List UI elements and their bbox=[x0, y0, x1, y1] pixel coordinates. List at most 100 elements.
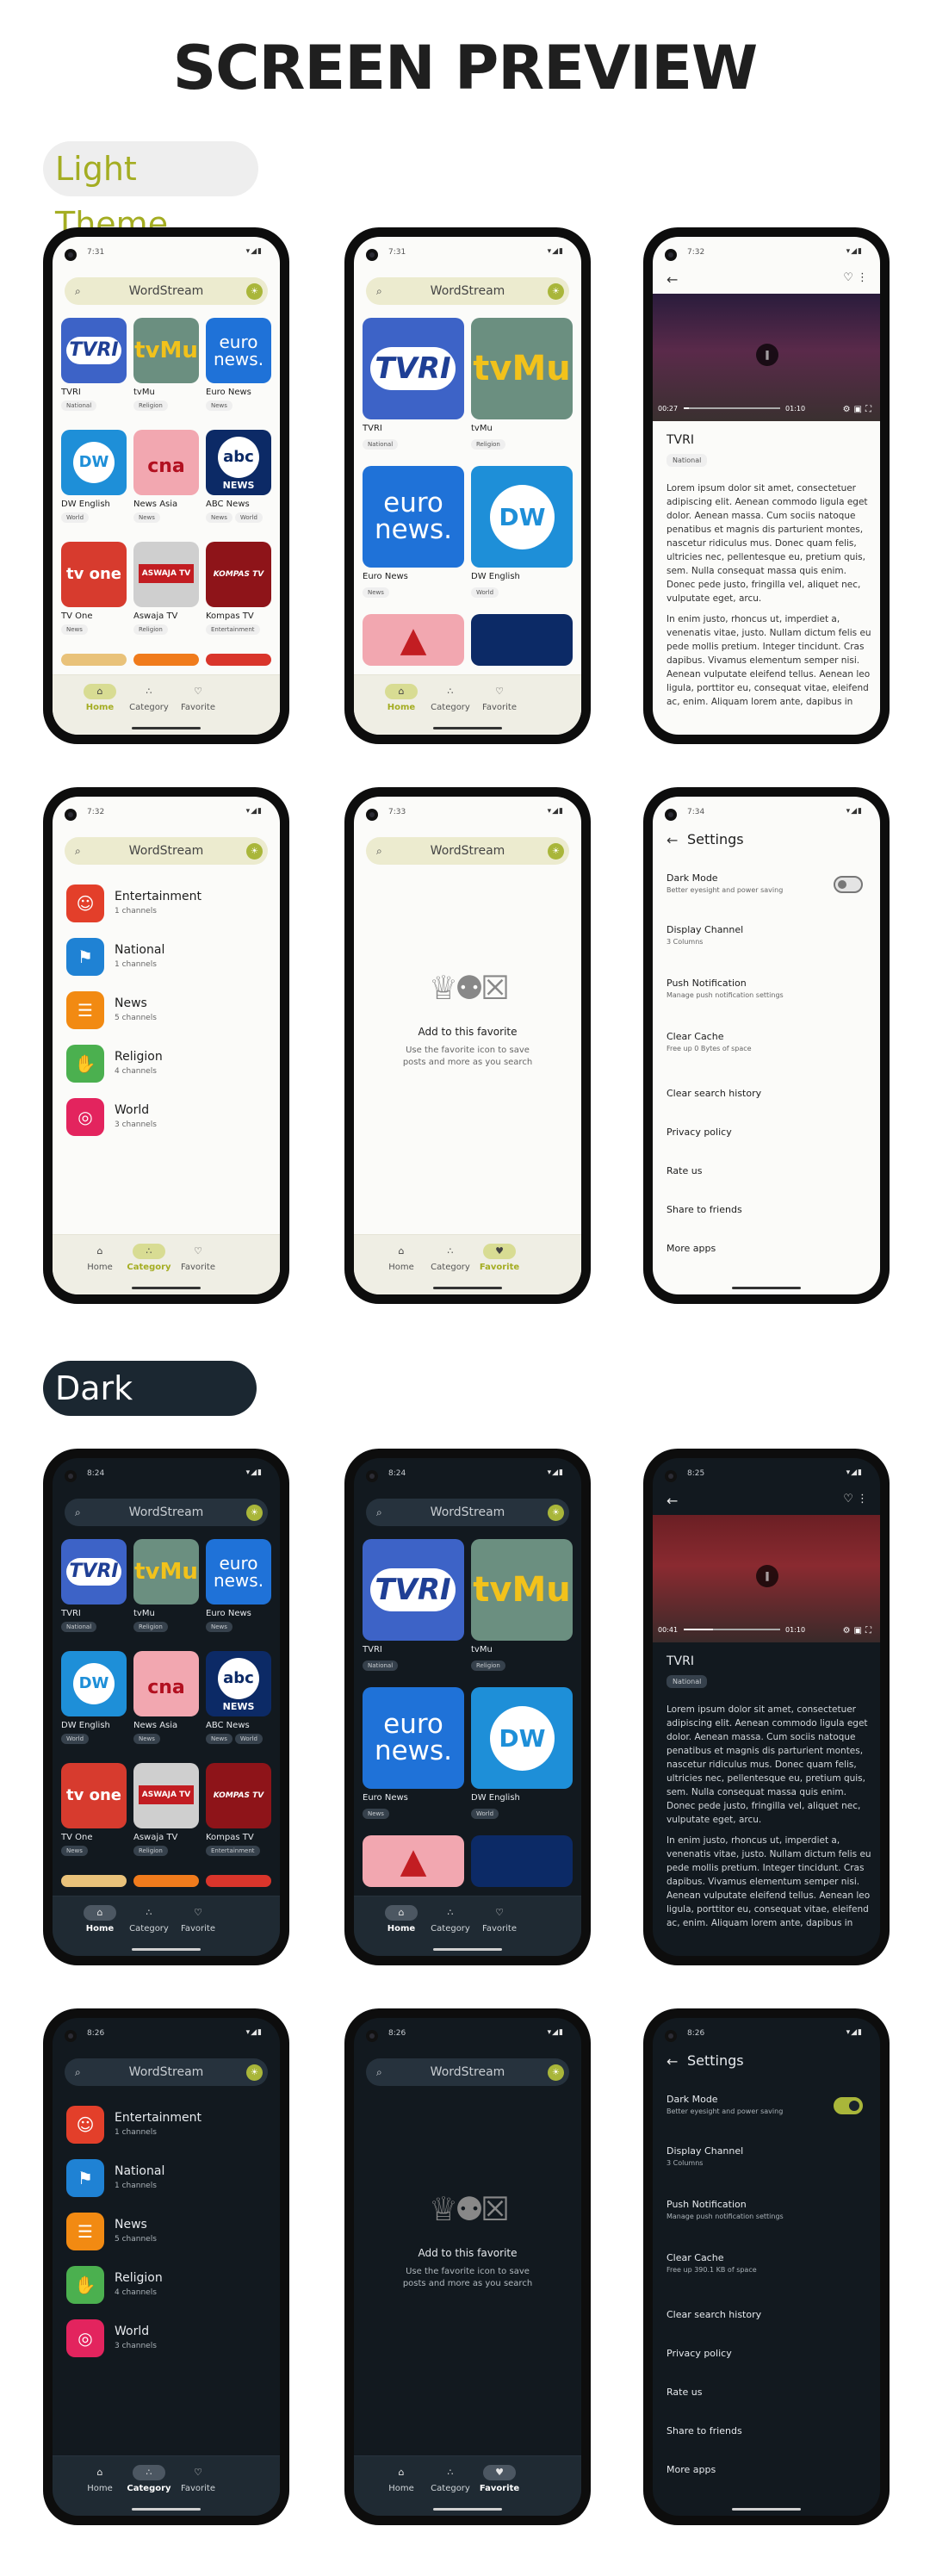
back-arrow-icon[interactable]: ← bbox=[666, 271, 678, 288]
video-seekbar[interactable] bbox=[684, 407, 780, 409]
channel-card[interactable]: DW DW English World bbox=[471, 1687, 573, 1819]
category-count: 1 channels bbox=[115, 907, 157, 916]
category-item[interactable]: ◎ World 3 channels bbox=[66, 1096, 266, 1139]
app-logo-icon[interactable]: ☀ bbox=[548, 1505, 564, 1521]
channel-card[interactable]: tv one TV One News bbox=[61, 542, 127, 635]
pause-icon[interactable]: ‖ bbox=[756, 344, 778, 366]
search-bar[interactable]: ⌕ WordStream ☀ bbox=[366, 837, 569, 865]
category-item[interactable]: ⚑ National 1 channels bbox=[66, 936, 266, 979]
back-arrow-icon[interactable]: ← bbox=[666, 832, 678, 848]
channel-card[interactable]: tv one TV One News bbox=[61, 1763, 127, 1856]
nav-favorite[interactable]: ♥ Favorite bbox=[469, 2465, 530, 2493]
app-logo-icon[interactable]: ☀ bbox=[246, 1505, 263, 1521]
setting-dark-mode[interactable]: Dark Mode Better eyesight and power savin… bbox=[666, 2094, 866, 2115]
phone-mockup: 7:31 ▾◢▮ ⌕ WordStream ☀ TVRI TVRI National tvMu t… bbox=[344, 227, 591, 744]
setting-rate[interactable]: Rate us bbox=[666, 2387, 866, 2398]
category-item[interactable]: ☰ News 5 channels bbox=[66, 2211, 266, 2254]
dark-mode-toggle[interactable] bbox=[834, 876, 863, 893]
nav-favorite[interactable]: ♡ Favorite bbox=[469, 1905, 530, 1934]
category-icon: ✋ bbox=[66, 2266, 104, 2304]
category-item[interactable]: ☰ News 5 channels bbox=[66, 990, 266, 1033]
channel-card[interactable]: DW DW English World bbox=[61, 430, 127, 523]
channel-card[interactable]: euro news. Euro News News bbox=[363, 466, 464, 598]
channel-card[interactable]: TVRI TVRI National bbox=[61, 318, 127, 411]
app-logo-icon[interactable]: ☀ bbox=[246, 283, 263, 300]
camera-icon bbox=[65, 2030, 77, 2042]
nav-favorite[interactable]: ♡ Favorite bbox=[168, 684, 228, 712]
channel-card[interactable]: euro news. Euro News News bbox=[206, 1539, 271, 1632]
nav-favorite[interactable]: ♡ Favorite bbox=[168, 1244, 228, 1272]
channel-card[interactable]: KOMPAS TV Kompas TV Entertainment bbox=[206, 1763, 271, 1856]
detail-actions[interactable]: ♡ ⋮ bbox=[843, 271, 868, 284]
channel-card[interactable]: cna News Asia News bbox=[133, 1651, 199, 1744]
channel-card[interactable]: TVRI TVRI National bbox=[363, 318, 464, 450]
setting-push[interactable]: Push Notification Manage push notificatio… bbox=[666, 978, 866, 999]
channel-card[interactable]: cna News Asia News bbox=[133, 430, 199, 523]
setting-dark-mode[interactable]: Dark Mode Better eyesight and power savin… bbox=[666, 872, 866, 894]
channel-card[interactable]: euro news. Euro News News bbox=[363, 1687, 464, 1819]
channel-card[interactable]: TVRI TVRI National bbox=[61, 1539, 127, 1632]
nav-favorite[interactable]: ♡ Favorite bbox=[469, 684, 530, 712]
search-bar[interactable]: ⌕ WordStream ☀ bbox=[65, 837, 268, 865]
back-arrow-icon[interactable]: ← bbox=[666, 2053, 678, 2070]
category-item[interactable]: ✋ Religion 4 channels bbox=[66, 2264, 266, 2307]
category-item[interactable]: ☺ Entertainment 1 channels bbox=[66, 883, 266, 926]
setting-share[interactable]: Share to friends bbox=[666, 1204, 866, 1215]
video-controls-icons[interactable]: ⚙▣⛶ bbox=[843, 1626, 875, 1636]
pause-icon[interactable]: ‖ bbox=[756, 1565, 778, 1587]
setting-share[interactable]: Share to friends bbox=[666, 2425, 866, 2436]
setting-privacy[interactable]: Privacy policy bbox=[666, 2348, 866, 2359]
video-seekbar[interactable] bbox=[684, 1629, 780, 1630]
channel-card[interactable]: DW DW English World bbox=[61, 1651, 127, 1744]
setting-rate[interactable]: Rate us bbox=[666, 1165, 866, 1176]
category-item[interactable]: ☺ Entertainment 1 channels bbox=[66, 2104, 266, 2147]
search-bar[interactable]: ⌕ WordStream ☀ bbox=[366, 277, 569, 305]
video-controls-icons[interactable]: ⚙▣⛶ bbox=[843, 405, 875, 414]
search-bar[interactable]: ⌕ WordStream ☀ bbox=[65, 2058, 268, 2086]
category-item[interactable]: ⚑ National 1 channels bbox=[66, 2157, 266, 2200]
channel-card[interactable]: tvMu tvMu Religion bbox=[471, 1539, 573, 1671]
nav-favorite[interactable]: ♡ Favorite bbox=[168, 1905, 228, 1934]
video-player[interactable]: ‖ 00:41 01:10 ⚙▣⛶ bbox=[653, 1515, 880, 1642]
channel-card[interactable]: tvMu tvMu Religion bbox=[471, 318, 573, 450]
setting-history[interactable]: Clear search history bbox=[666, 1088, 866, 1099]
search-bar[interactable]: ⌕ WordStream ☀ bbox=[65, 277, 268, 305]
channel-card[interactable]: abc NEWS ABC News News World bbox=[206, 1651, 271, 1744]
app-logo-icon[interactable]: ☀ bbox=[246, 2064, 263, 2081]
channel-card[interactable]: tvMu tvMu Religion bbox=[133, 318, 199, 411]
setting-more[interactable]: More apps bbox=[666, 1243, 866, 1254]
search-bar[interactable]: ⌕ WordStream ☀ bbox=[65, 1499, 268, 1526]
setting-more[interactable]: More apps bbox=[666, 2464, 866, 2475]
channel-card[interactable]: KOMPAS TV Kompas TV Entertainment bbox=[206, 542, 271, 635]
channel-card[interactable]: ASWAJA TV Aswaja TV Religion bbox=[133, 1763, 199, 1856]
category-item[interactable]: ◎ World 3 channels bbox=[66, 2318, 266, 2361]
nav-favorite[interactable]: ♡ Favorite bbox=[168, 2465, 228, 2493]
channel-card[interactable]: TVRI TVRI National bbox=[363, 1539, 464, 1671]
phone-mockup: 8:25 ▾◢▮ ← ♡ ⋮ ‖ 00:41 01:10 ⚙▣⛶ TVRI National … bbox=[643, 1449, 890, 1965]
setting-push[interactable]: Push Notification Manage push notificatio… bbox=[666, 2199, 866, 2220]
nav-favorite-label: Favorite bbox=[181, 1263, 215, 1272]
nav-favorite[interactable]: ♥ Favorite bbox=[469, 1244, 530, 1272]
detail-actions[interactable]: ♡ ⋮ bbox=[843, 1493, 868, 1505]
setting-display[interactable]: Display Channel 3 Columns bbox=[666, 2145, 866, 2167]
setting-cache[interactable]: Clear Cache Free up 0 Bytes of space bbox=[666, 1031, 866, 1052]
app-logo-icon[interactable]: ☀ bbox=[548, 283, 564, 300]
app-logo-icon[interactable]: ☀ bbox=[548, 843, 564, 860]
setting-display[interactable]: Display Channel 3 Columns bbox=[666, 924, 866, 946]
search-bar[interactable]: ⌕ WordStream ☀ bbox=[366, 1499, 569, 1526]
setting-history[interactable]: Clear search history bbox=[666, 2309, 866, 2320]
video-player[interactable]: ‖ 00:27 01:10 ⚙▣⛶ bbox=[653, 294, 880, 421]
setting-privacy[interactable]: Privacy policy bbox=[666, 1127, 866, 1138]
category-item[interactable]: ✋ Religion 4 channels bbox=[66, 1043, 266, 1086]
channel-card[interactable]: tvMu tvMu Religion bbox=[133, 1539, 199, 1632]
channel-card[interactable]: abc NEWS ABC News News World bbox=[206, 430, 271, 523]
back-arrow-icon[interactable]: ← bbox=[666, 1493, 678, 1509]
setting-cache[interactable]: Clear Cache Free up 390.1 KB of space bbox=[666, 2252, 866, 2274]
channel-card[interactable]: ASWAJA TV Aswaja TV Religion bbox=[133, 542, 199, 635]
dark-mode-toggle[interactable] bbox=[834, 2097, 863, 2114]
app-logo-icon[interactable]: ☀ bbox=[246, 843, 263, 860]
search-bar[interactable]: ⌕ WordStream ☀ bbox=[366, 2058, 569, 2086]
channel-card[interactable]: DW DW English World bbox=[471, 466, 573, 598]
app-logo-icon[interactable]: ☀ bbox=[548, 2064, 564, 2081]
channel-card[interactable]: euro news. Euro News News bbox=[206, 318, 271, 411]
